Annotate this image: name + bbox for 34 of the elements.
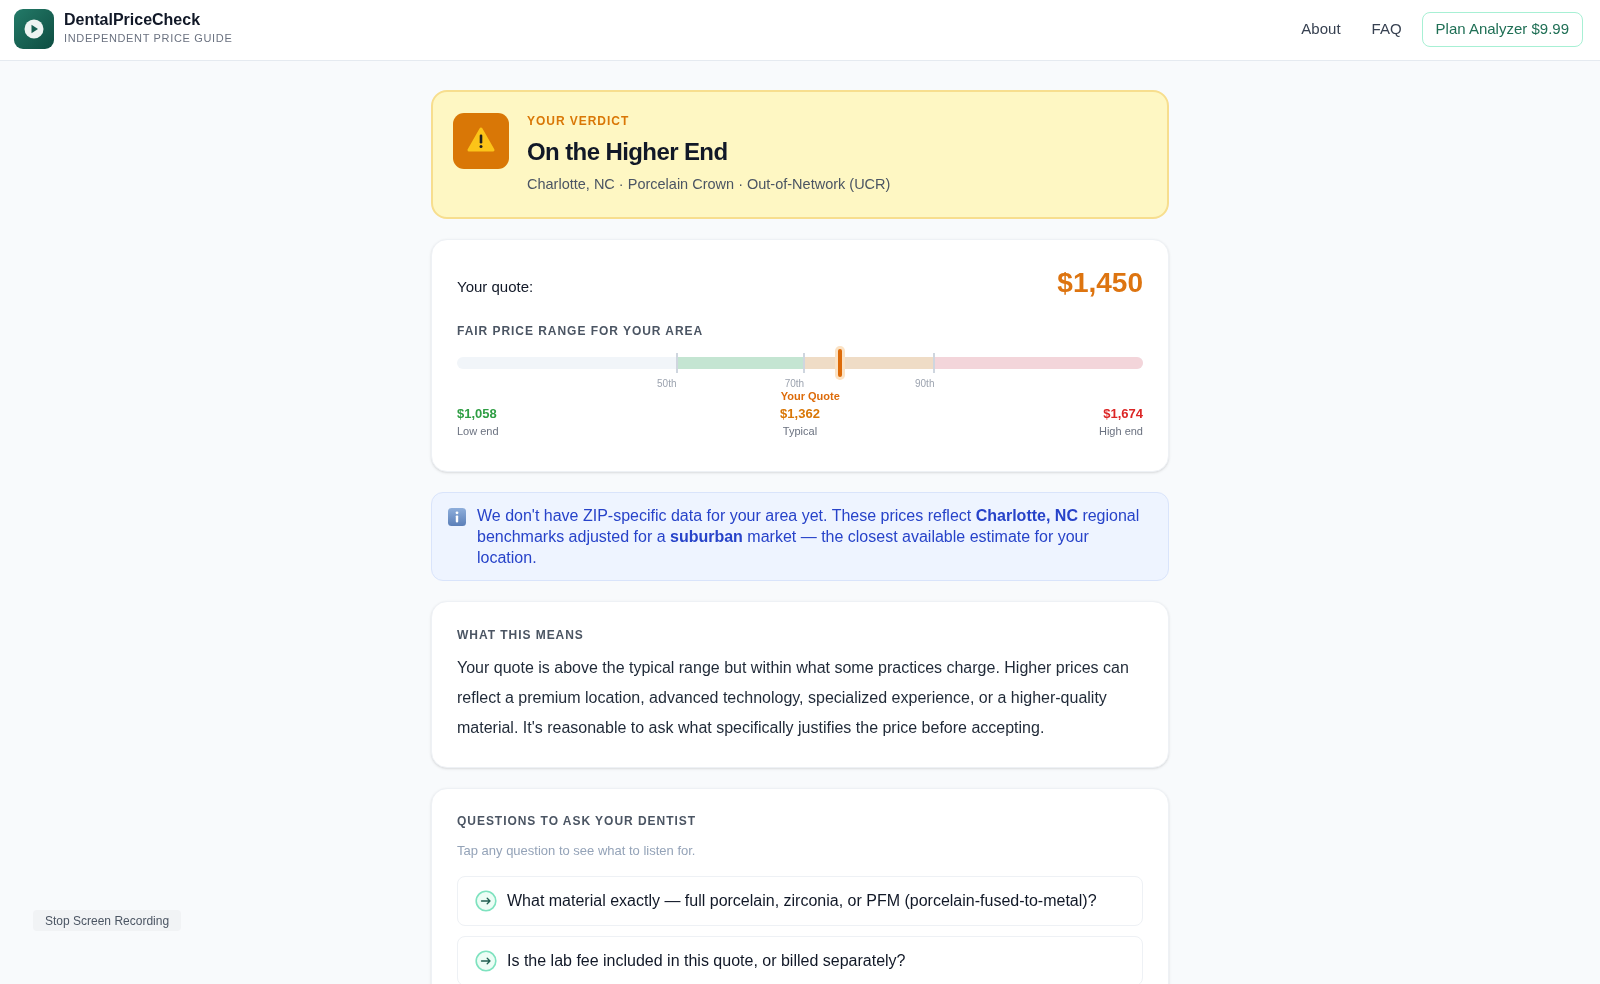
- verdict-label: YOUR VERDICT: [527, 113, 631, 129]
- price-value: $1,058: [457, 405, 497, 423]
- price-value: $1,362: [780, 405, 820, 423]
- brand-name: DentalPriceCheck: [64, 10, 202, 30]
- percentile-label: 90th: [915, 378, 935, 390]
- nav-link[interactable]: FAQ: [1371, 18, 1402, 41]
- marker-label: Your Quote: [780, 390, 840, 403]
- question-item[interactable]: What material exactly — full porcelain, zirconia, or PFM (porcelain-fused-to-metal)?: [457, 876, 1143, 926]
- verdict-details: Charlotte, NC · Porcelain Crown · Out-of-Network (UCR): [527, 175, 891, 194]
- price-value: $1,674: [1103, 405, 1143, 423]
- percentile-label: 70th: [784, 378, 805, 390]
- quote-label: Your quote:: [457, 277, 534, 297]
- brand-tagline: INDEPENDENT PRICE GUIDE: [64, 31, 233, 45]
- range-title: FAIR PRICE RANGE FOR YOUR AREA: [457, 323, 705, 339]
- arrow-circle-icon: [475, 890, 497, 912]
- play-logo-icon: [14, 9, 54, 49]
- price-caption: High end: [1098, 424, 1143, 439]
- questions-title: QUESTIONS TO ASK YOUR DENTIST: [457, 813, 697, 829]
- questions-hint: Tap any question to see what to listen for.: [457, 842, 697, 860]
- stop-recording-button[interactable]: Stop Screen Recording: [33, 910, 182, 931]
- question-item[interactable]: Is the lab fee included in this quote, or billed separately?: [457, 936, 1143, 984]
- price-caption: Typical: [782, 424, 818, 439]
- arrow-circle-icon: [475, 950, 497, 972]
- notice-text: We don't have ZIP-specific data for your area yet. These prices reflect Charlotte, NC regional benchmarks adjusted for a suburban market — the closest available estimate for your location.: [477, 506, 1141, 568]
- nav-link[interactable]: About: [1301, 18, 1341, 41]
- meaning-title: WHAT THIS MEANS: [457, 627, 585, 643]
- price-caption: Low end: [457, 424, 499, 439]
- verdict-title: On the Higher End: [527, 137, 729, 167]
- plan-analyzer-button[interactable]: Plan Analyzer $9.99: [1421, 12, 1583, 47]
- percentile-label: 50th: [657, 378, 677, 390]
- meaning-text: Your quote is above the typical range but within what some practices charge. Higher prices can reflect a premium location, advanced technology, specialized experience, or a higher-quality material. It's reasonable to ask what specifically justifies the price before accepting.: [457, 658, 1130, 738]
- info-icon: [448, 508, 466, 526]
- quote-value: $1,450: [1057, 266, 1143, 300]
- warning-icon: [453, 113, 509, 169]
